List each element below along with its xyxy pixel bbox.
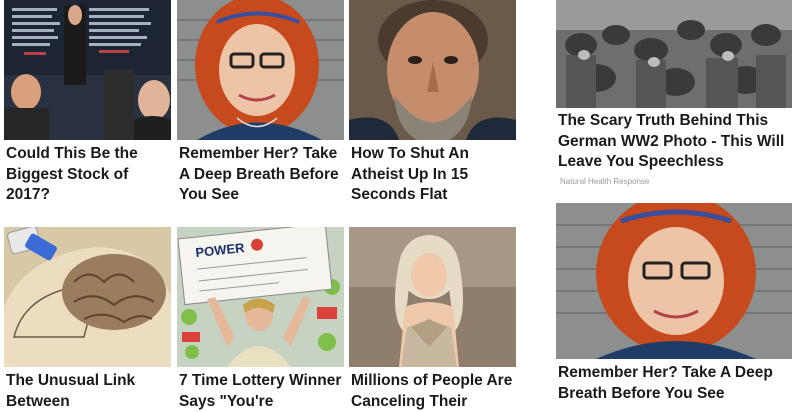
article-card-remember-her[interactable]: Remember Her? Take A Deep Breath Before … [177, 0, 344, 215]
article-title[interactable]: The Scary Truth Behind This German WW2 P… [558, 111, 792, 173]
red-haired-woman-image[interactable] [556, 203, 792, 359]
bearded-man-image[interactable] [349, 0, 516, 140]
article-title[interactable]: Remember Her? Take A Deep Breath Before … [558, 363, 792, 404]
sidebar-card-ww2[interactable]: The Scary Truth Behind This German WW2 P… [556, 0, 792, 195]
article-title[interactable]: Could This Be the Biggest Stock of 2017? [6, 144, 171, 206]
article-card-canceling[interactable]: Millions of People Are Canceling Their [349, 227, 516, 410]
article-card-lottery[interactable]: POWER 7 Time Lottery Winner Says "You're [177, 227, 344, 410]
sidebar-card-remember-her[interactable]: Remember Her? Take A Deep Breath Before … [556, 203, 792, 402]
powerball-check-image[interactable]: POWER [177, 227, 344, 367]
brain-illustration-image[interactable] [4, 227, 171, 367]
article-card-unusual-link[interactable]: The Unusual Link Between [4, 227, 171, 410]
article-title[interactable]: Millions of People Are Canceling Their [351, 371, 516, 412]
article-title[interactable]: 7 Time Lottery Winner Says "You're [179, 371, 344, 412]
article-title[interactable]: Remember Her? Take A Deep Breath Before … [179, 144, 344, 206]
article-card-stock[interactable]: Could This Be the Biggest Stock of 2017? [4, 0, 171, 215]
blonde-woman-image[interactable] [349, 227, 516, 367]
stock-trader-image[interactable] [4, 0, 171, 140]
article-title[interactable]: The Unusual Link Between [6, 371, 171, 412]
article-card-atheist[interactable]: How To Shut An Atheist Up In 15 Seconds … [349, 0, 516, 215]
article-source: Natural Health Response [560, 177, 650, 186]
article-title[interactable]: How To Shut An Atheist Up In 15 Seconds … [351, 144, 516, 206]
ww2-soldiers-image[interactable] [556, 0, 792, 108]
red-haired-woman-image[interactable] [177, 0, 344, 140]
